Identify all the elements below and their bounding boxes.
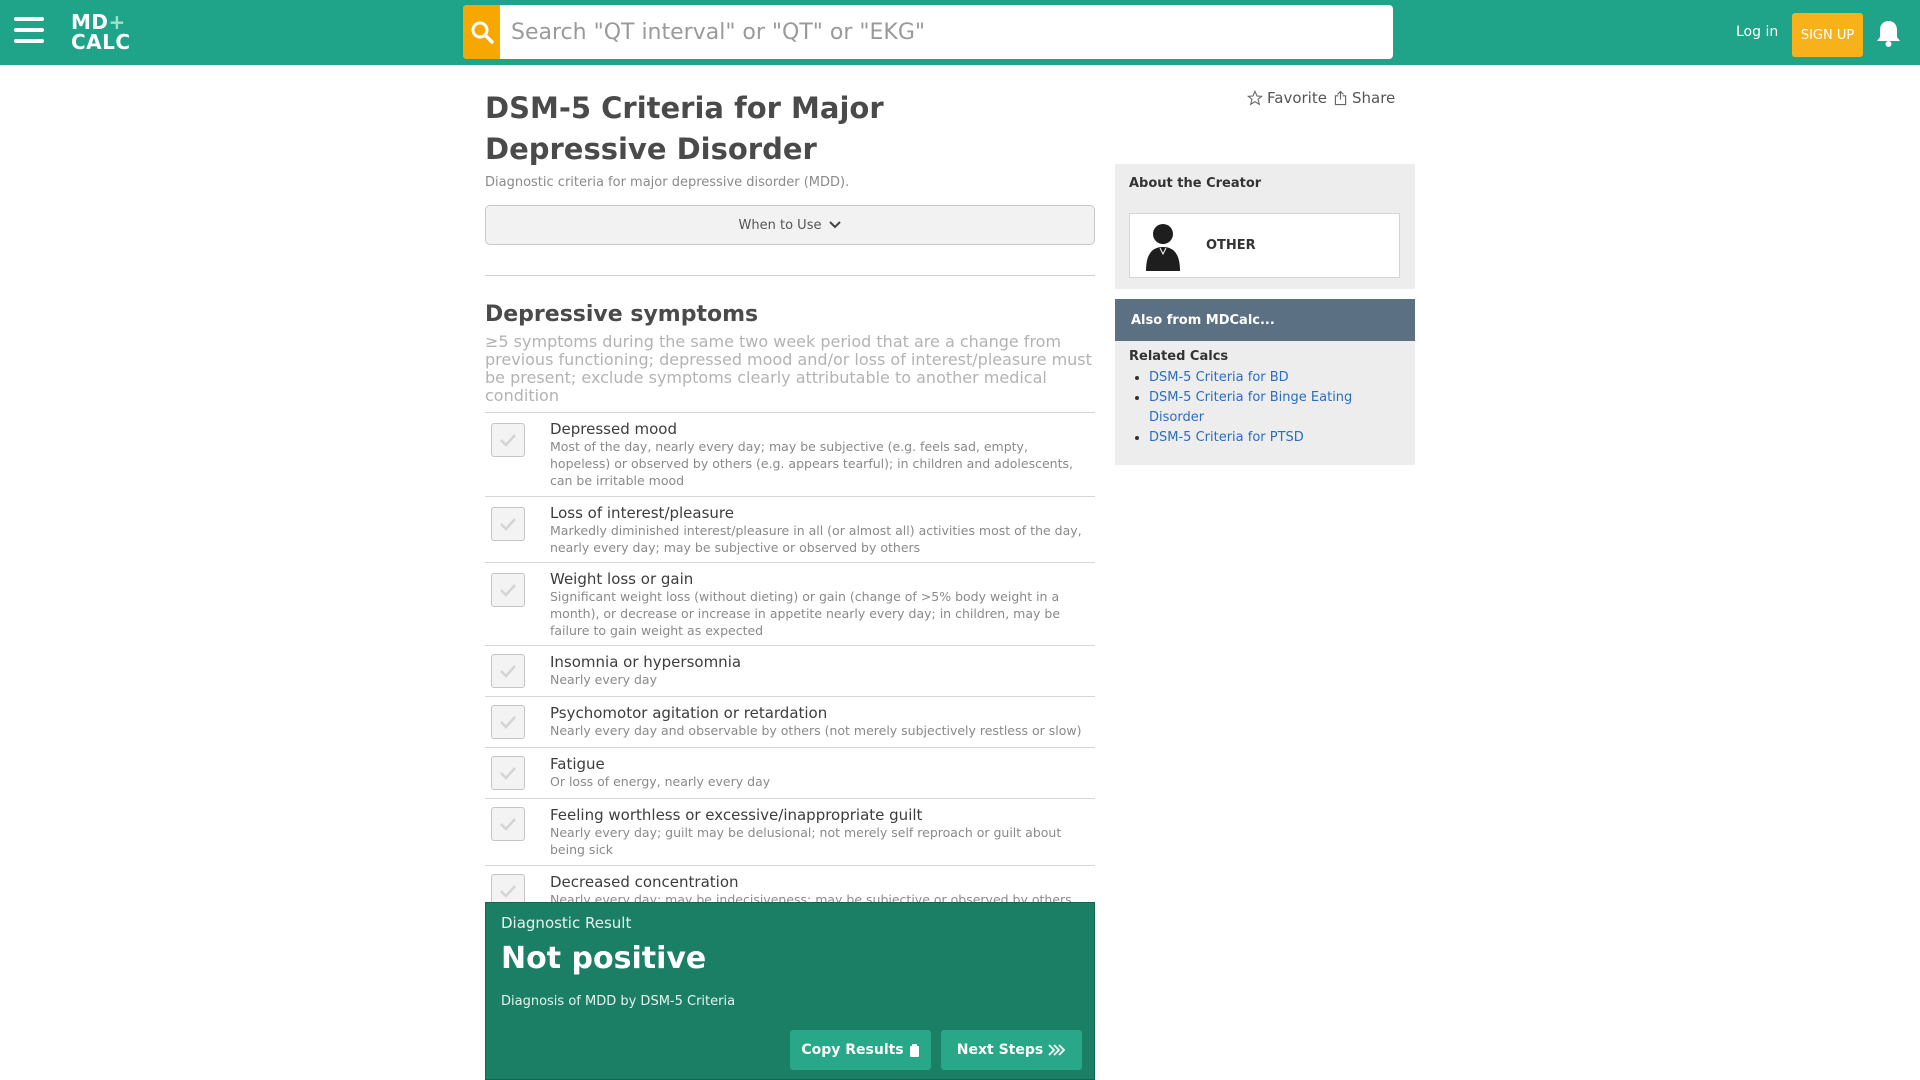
- creator-heading: About the Creator: [1129, 176, 1262, 191]
- related-calc-link[interactable]: DSM-5 Criteria for BD: [1149, 370, 1289, 385]
- also-heading: Also from MDCalc...: [1115, 299, 1415, 341]
- person-silhouette-icon: [1146, 223, 1180, 271]
- about-creator-panel: About the Creator OTHER: [1115, 164, 1415, 289]
- criterion-label: Insomnia or hypersomnia: [550, 653, 742, 671]
- criterion-label: Weight loss or gain: [550, 570, 694, 588]
- list-item: DSM-5 Criteria for BD: [1149, 368, 1389, 388]
- criterion-checkbox[interactable]: [491, 423, 525, 457]
- criterion-description: Most of the day, nearly every day; may b…: [550, 439, 1073, 488]
- related-calcs-heading: Related Calcs: [1129, 349, 1229, 364]
- criterion-description: Significant weight loss (without dieting…: [550, 589, 1061, 638]
- check-icon: [500, 518, 516, 531]
- criterion-label: Decreased concentration: [550, 873, 739, 891]
- result-panel: Diagnostic Result Not positive Diagnosis…: [485, 902, 1095, 1080]
- share-icon: [1334, 90, 1347, 106]
- check-icon: [500, 885, 516, 898]
- criterion-checkbox[interactable]: [491, 807, 525, 841]
- search-input[interactable]: [511, 5, 1381, 59]
- check-icon: [500, 584, 516, 597]
- criterion-label: Fatigue: [550, 755, 605, 773]
- criterion-label: Loss of interest/pleasure: [550, 504, 734, 522]
- result-subtext: Diagnosis of MDD by DSM-5 Criteria: [501, 994, 736, 1009]
- share-label: Share: [1352, 89, 1396, 107]
- related-calc-link[interactable]: DSM-5 Criteria for PTSD: [1149, 430, 1304, 445]
- related-calc-link[interactable]: DSM-5 Criteria for Binge Eating Disorder: [1149, 390, 1352, 425]
- avatar: [1142, 220, 1184, 272]
- chevron-down-icon: [829, 221, 842, 229]
- criterion-row[interactable]: Loss of interest/pleasure Markedly dimin…: [485, 496, 1095, 562]
- criterion-checkbox[interactable]: [491, 573, 525, 607]
- list-item: DSM-5 Criteria for PTSD: [1149, 428, 1389, 448]
- criterion-label: Depressed mood: [550, 420, 678, 438]
- criterion-label: Feeling worthless or excessive/inappropr…: [550, 806, 923, 824]
- related-calcs-list: DSM-5 Criteria for BD DSM-5 Criteria for…: [1149, 368, 1389, 448]
- page-title: DSM-5 Criteria for Major Depressive Diso…: [485, 91, 884, 166]
- section-title: Depressive symptoms: [485, 302, 759, 327]
- next-steps-button[interactable]: Next Steps: [941, 1030, 1082, 1070]
- criterion-description: Markedly diminished interest/pleasure in…: [550, 523, 1082, 555]
- criterion-label: Psychomotor agitation or retardation: [550, 704, 828, 722]
- creator-card[interactable]: OTHER: [1129, 213, 1400, 278]
- criterion-description: Nearly every day; guilt may be delusiona…: [550, 825, 1062, 857]
- criterion-checkbox[interactable]: [491, 507, 525, 541]
- chevron-triple-right-icon: [1048, 1044, 1066, 1056]
- next-steps-label: Next Steps: [956, 1042, 1044, 1058]
- search-bar: [463, 5, 1393, 59]
- when-to-use-label: When to Use: [738, 217, 822, 233]
- criterion-row[interactable]: Psychomotor agitation or retardation Nea…: [485, 696, 1095, 747]
- criteria-list: Depressed mood Most of the day, nearly e…: [485, 412, 1095, 925]
- also-from-mdcalc-panel: Also from MDCalc... Related Calcs DSM-5 …: [1115, 299, 1415, 465]
- star-icon: [1247, 90, 1263, 106]
- criterion-description: Or loss of energy, nearly every day: [550, 774, 771, 789]
- share-button[interactable]: Share: [1333, 89, 1395, 107]
- bell-icon[interactable]: [1875, 20, 1902, 52]
- divider: [485, 275, 1095, 276]
- copy-results-label: Copy Results: [801, 1042, 904, 1058]
- copy-results-button[interactable]: Copy Results: [790, 1030, 931, 1070]
- list-item: DSM-5 Criteria for Binge Eating Disorder: [1149, 388, 1389, 428]
- criterion-row[interactable]: Feeling worthless or excessive/inappropr…: [485, 798, 1095, 865]
- favorite-label: Favorite: [1267, 89, 1327, 107]
- criterion-description: Nearly every day: [550, 672, 657, 687]
- favorite-button[interactable]: Favorite: [1247, 89, 1327, 107]
- check-icon: [500, 665, 516, 678]
- search-icon[interactable]: [463, 5, 500, 59]
- mdcalc-logo[interactable]: MD+ CALC: [71, 12, 131, 52]
- check-icon: [500, 767, 516, 780]
- criterion-checkbox[interactable]: [491, 654, 525, 688]
- creator-name: OTHER: [1206, 238, 1256, 253]
- criterion-checkbox[interactable]: [491, 756, 525, 790]
- check-icon: [500, 716, 516, 729]
- section-description: ≥5 symptoms during the same two week per…: [485, 332, 1092, 405]
- login-link[interactable]: Log in: [1736, 24, 1778, 40]
- criterion-row[interactable]: Fatigue Or loss of energy, nearly every …: [485, 747, 1095, 798]
- criterion-checkbox[interactable]: [491, 705, 525, 739]
- when-to-use-toggle[interactable]: When to Use: [485, 205, 1095, 245]
- result-label: Diagnostic Result: [501, 914, 632, 932]
- clipboard-icon: [909, 1043, 919, 1057]
- criterion-row[interactable]: Weight loss or gain Significant weight l…: [485, 562, 1095, 645]
- signup-button[interactable]: SIGN UP: [1792, 13, 1863, 57]
- check-icon: [500, 818, 516, 831]
- criterion-description: Nearly every day and observable by other…: [550, 723, 1082, 738]
- criterion-row[interactable]: Depressed mood Most of the day, nearly e…: [485, 412, 1095, 496]
- page-subtitle: Diagnostic criteria for major depressive…: [485, 175, 850, 190]
- top-navigation-bar: MD+ CALC Log in SIGN UP: [0, 0, 1920, 65]
- criterion-row[interactable]: Insomnia or hypersomnia Nearly every day: [485, 645, 1095, 696]
- result-value: Not positive: [501, 941, 707, 976]
- menu-icon[interactable]: [14, 17, 44, 45]
- check-icon: [500, 434, 516, 447]
